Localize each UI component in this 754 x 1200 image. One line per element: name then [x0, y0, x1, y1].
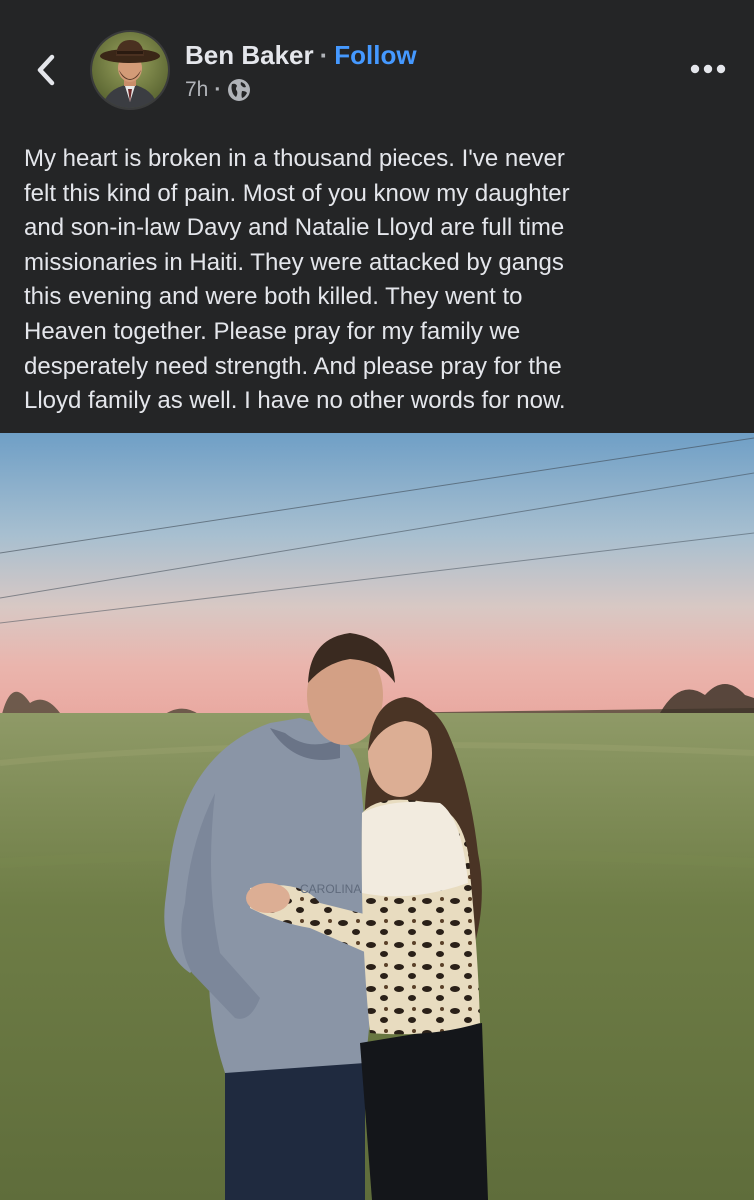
avatar[interactable]	[92, 32, 168, 108]
chevron-left-icon	[37, 54, 55, 86]
more-horizontal-icon	[690, 64, 726, 74]
post-header: Ben Baker · Follow 7h ·	[0, 0, 754, 130]
avatar-image	[92, 32, 168, 108]
post-photo[interactable]: CAROLINA	[0, 433, 754, 1200]
meta-separator: ·	[214, 78, 222, 101]
author-name[interactable]: Ben Baker	[185, 40, 314, 71]
globe-icon	[228, 79, 251, 101]
post-text: My heart is broken in a thousand pieces.…	[24, 145, 570, 415]
separator-dot: ·	[319, 39, 329, 70]
follow-button[interactable]: Follow	[334, 40, 416, 71]
author-line: Ben Baker · Follow	[185, 38, 417, 72]
couple-photo: CAROLINA	[0, 433, 754, 1200]
post-timestamp[interactable]: 7h	[185, 78, 208, 102]
post-meta: 7h ·	[185, 76, 251, 104]
back-button[interactable]	[26, 48, 66, 92]
more-options-button[interactable]	[686, 54, 730, 84]
hoodie-print: CAROLINA	[300, 882, 361, 896]
